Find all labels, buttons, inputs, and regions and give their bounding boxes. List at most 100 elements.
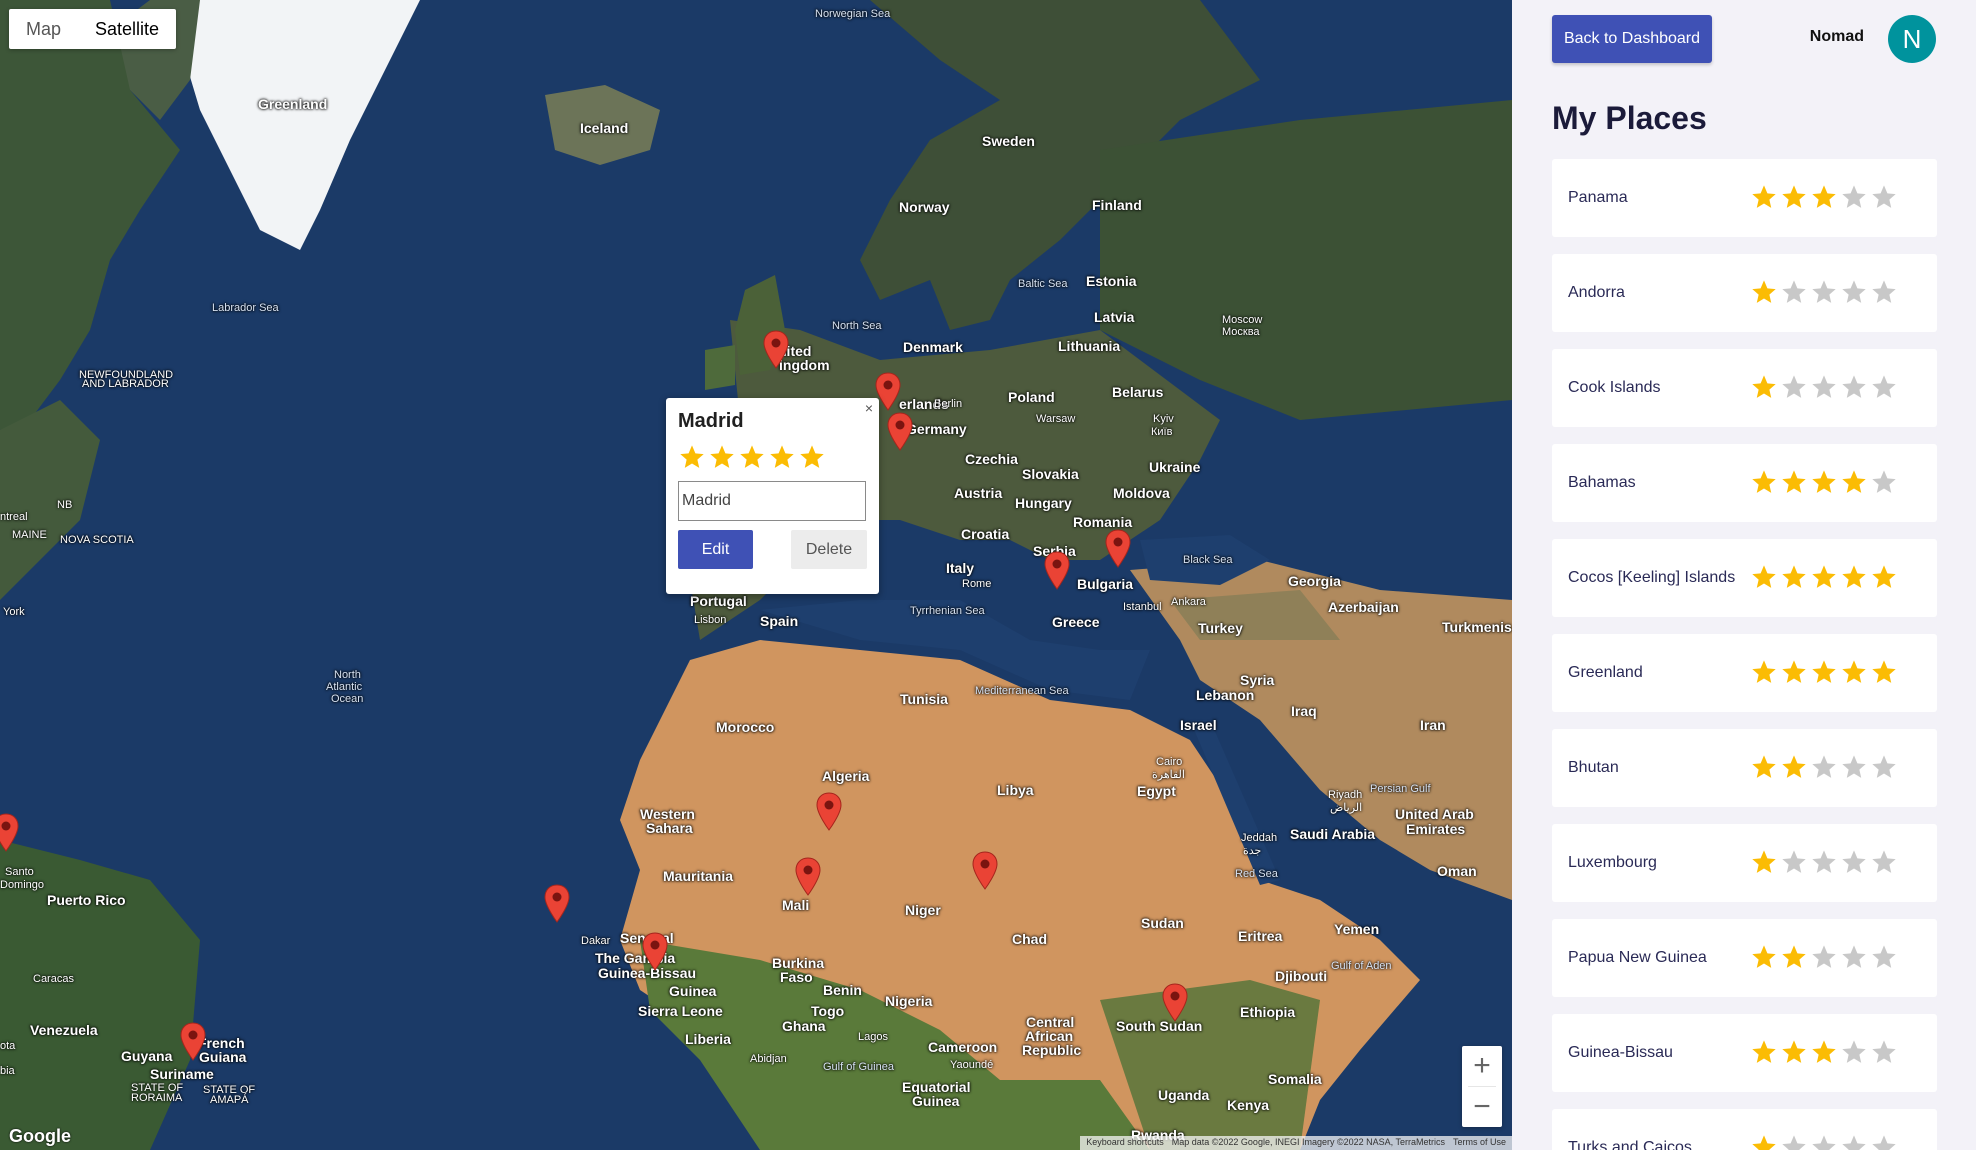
- star-empty-icon[interactable]: [1780, 1133, 1808, 1150]
- star-empty-icon[interactable]: [1810, 848, 1838, 876]
- map-marker-icon[interactable]: [1043, 551, 1071, 591]
- star-filled-icon[interactable]: [708, 443, 736, 471]
- zoom-in-button[interactable]: +: [1462, 1046, 1502, 1086]
- place-card[interactable]: Turks and Caicos: [1552, 1109, 1937, 1150]
- star-empty-icon[interactable]: [1780, 848, 1808, 876]
- place-rating-stars[interactable]: [1750, 943, 1898, 971]
- star-filled-icon[interactable]: [1750, 563, 1778, 591]
- star-filled-icon[interactable]: [1810, 468, 1838, 496]
- back-to-dashboard-button[interactable]: Back to Dashboard: [1552, 15, 1712, 63]
- star-filled-icon[interactable]: [1780, 468, 1808, 496]
- place-card[interactable]: Andorra: [1552, 254, 1937, 332]
- place-card[interactable]: Cocos [Keeling] Islands: [1552, 539, 1937, 617]
- star-empty-icon[interactable]: [1870, 468, 1898, 496]
- star-filled-icon[interactable]: [1750, 943, 1778, 971]
- map-canvas[interactable]: Greenland Iceland Norwegian Sea Sweden N…: [0, 0, 1512, 1150]
- star-empty-icon[interactable]: [1840, 1038, 1868, 1066]
- star-filled-icon[interactable]: [1840, 563, 1868, 591]
- star-empty-icon[interactable]: [1840, 943, 1868, 971]
- star-filled-icon[interactable]: [1750, 753, 1778, 781]
- place-rating-stars[interactable]: [1750, 183, 1898, 211]
- star-filled-icon[interactable]: [1780, 563, 1808, 591]
- close-icon[interactable]: ×: [865, 400, 873, 416]
- place-card[interactable]: Guinea-Bissau: [1552, 1014, 1937, 1092]
- map-marker-icon[interactable]: [179, 1022, 207, 1062]
- star-empty-icon[interactable]: [1840, 183, 1868, 211]
- place-rating-stars[interactable]: [1750, 563, 1898, 591]
- star-filled-icon[interactable]: [1750, 373, 1778, 401]
- star-filled-icon[interactable]: [1780, 183, 1808, 211]
- edit-button[interactable]: Edit: [678, 530, 753, 569]
- map-marker-icon[interactable]: [971, 851, 999, 891]
- star-filled-icon[interactable]: [1780, 1038, 1808, 1066]
- terms-link[interactable]: Terms of Use: [1453, 1137, 1506, 1149]
- star-filled-icon[interactable]: [798, 443, 826, 471]
- star-filled-icon[interactable]: [1810, 658, 1838, 686]
- star-empty-icon[interactable]: [1870, 373, 1898, 401]
- star-filled-icon[interactable]: [1780, 658, 1808, 686]
- star-empty-icon[interactable]: [1810, 753, 1838, 781]
- star-empty-icon[interactable]: [1870, 183, 1898, 211]
- place-rating-stars[interactable]: [1750, 753, 1898, 781]
- place-card[interactable]: Panama: [1552, 159, 1937, 237]
- star-filled-icon[interactable]: [1750, 468, 1778, 496]
- star-filled-icon[interactable]: [1810, 183, 1838, 211]
- place-name-input[interactable]: [678, 481, 866, 521]
- place-card[interactable]: Cook Islands: [1552, 349, 1937, 427]
- star-empty-icon[interactable]: [1840, 373, 1868, 401]
- place-card[interactable]: Papua New Guinea: [1552, 919, 1937, 997]
- zoom-out-button[interactable]: −: [1462, 1087, 1502, 1127]
- star-empty-icon[interactable]: [1780, 278, 1808, 306]
- map-marker-icon[interactable]: [762, 330, 790, 370]
- star-empty-icon[interactable]: [1870, 1133, 1898, 1150]
- star-empty-icon[interactable]: [1870, 753, 1898, 781]
- star-filled-icon[interactable]: [1750, 1038, 1778, 1066]
- star-filled-icon[interactable]: [738, 443, 766, 471]
- star-empty-icon[interactable]: [1840, 278, 1868, 306]
- place-rating-stars[interactable]: [1750, 373, 1898, 401]
- place-card[interactable]: Bahamas: [1552, 444, 1937, 522]
- star-filled-icon[interactable]: [1750, 278, 1778, 306]
- star-filled-icon[interactable]: [678, 443, 706, 471]
- map-type-map-button[interactable]: Map: [9, 9, 78, 49]
- popup-rating-stars[interactable]: [678, 443, 867, 471]
- star-empty-icon[interactable]: [1840, 1133, 1868, 1150]
- star-empty-icon[interactable]: [1840, 848, 1868, 876]
- star-filled-icon[interactable]: [1750, 183, 1778, 211]
- place-rating-stars[interactable]: [1750, 468, 1898, 496]
- place-rating-stars[interactable]: [1750, 278, 1898, 306]
- map-marker-icon[interactable]: [815, 792, 843, 832]
- star-filled-icon[interactable]: [1750, 1133, 1778, 1150]
- star-filled-icon[interactable]: [1870, 563, 1898, 591]
- place-rating-stars[interactable]: [1750, 1038, 1898, 1066]
- star-filled-icon[interactable]: [1840, 658, 1868, 686]
- star-empty-icon[interactable]: [1810, 278, 1838, 306]
- place-rating-stars[interactable]: [1750, 1133, 1898, 1150]
- star-filled-icon[interactable]: [1750, 848, 1778, 876]
- map-marker-icon[interactable]: [886, 412, 914, 452]
- avatar[interactable]: N: [1888, 15, 1936, 63]
- star-filled-icon[interactable]: [1780, 753, 1808, 781]
- star-empty-icon[interactable]: [1840, 753, 1868, 781]
- star-empty-icon[interactable]: [1870, 848, 1898, 876]
- star-filled-icon[interactable]: [1840, 468, 1868, 496]
- star-empty-icon[interactable]: [1870, 1038, 1898, 1066]
- place-card[interactable]: Luxembourg: [1552, 824, 1937, 902]
- star-empty-icon[interactable]: [1780, 373, 1808, 401]
- map-marker-icon[interactable]: [1161, 983, 1189, 1023]
- delete-button[interactable]: Delete: [791, 530, 867, 569]
- star-empty-icon[interactable]: [1870, 278, 1898, 306]
- map-marker-icon[interactable]: [0, 813, 20, 853]
- map-marker-icon[interactable]: [543, 884, 571, 924]
- place-rating-stars[interactable]: [1750, 658, 1898, 686]
- map-type-satellite-button[interactable]: Satellite: [78, 9, 176, 49]
- star-empty-icon[interactable]: [1810, 943, 1838, 971]
- map-marker-icon[interactable]: [641, 932, 669, 972]
- star-filled-icon[interactable]: [1780, 943, 1808, 971]
- star-empty-icon[interactable]: [1810, 373, 1838, 401]
- star-filled-icon[interactable]: [1810, 1038, 1838, 1066]
- star-empty-icon[interactable]: [1810, 1133, 1838, 1150]
- star-filled-icon[interactable]: [1810, 563, 1838, 591]
- map-marker-icon[interactable]: [794, 857, 822, 897]
- star-empty-icon[interactable]: [1870, 943, 1898, 971]
